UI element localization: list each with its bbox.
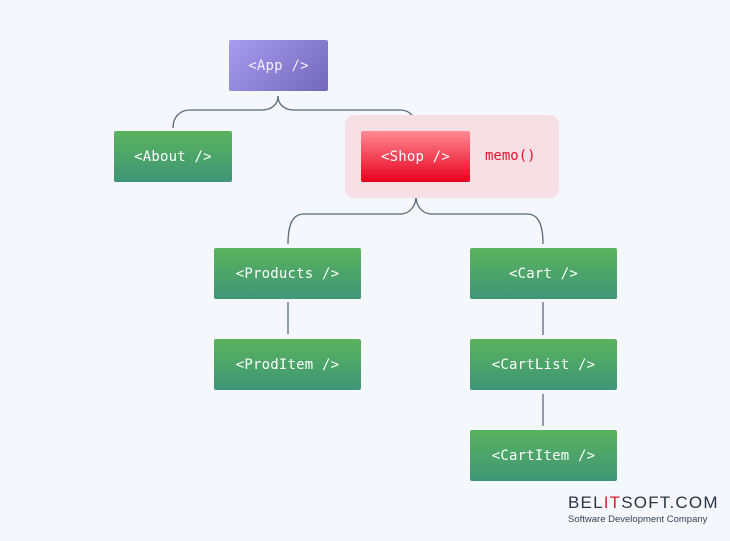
brand-name-part2: SOFT.COM bbox=[621, 493, 719, 512]
brand-name-part1: BEL bbox=[568, 493, 604, 512]
node-cart[interactable]: <Cart /> bbox=[470, 248, 617, 299]
connector-app-about bbox=[172, 95, 279, 129]
node-about[interactable]: <About /> bbox=[114, 131, 232, 182]
memo-label: memo() bbox=[485, 148, 536, 164]
node-proditem[interactable]: <ProdItem /> bbox=[214, 339, 361, 390]
node-app[interactable]: <App /> bbox=[229, 40, 328, 91]
connector-shop-products bbox=[287, 195, 417, 245]
node-cartlist[interactable]: <CartList /> bbox=[470, 339, 617, 390]
component-tree-diagram: <App /> <About /> <Shop /> memo() <Produ… bbox=[0, 0, 730, 541]
brand-tagline: Software Development Company bbox=[568, 514, 708, 525]
brand-logo: BELITSOFT.COM Software Development Compa… bbox=[568, 494, 718, 526]
node-cartitem[interactable]: <CartItem /> bbox=[470, 430, 617, 481]
tree-connectors bbox=[172, 95, 544, 426]
brand-name-accent: IT bbox=[603, 493, 622, 512]
node-products[interactable]: <Products /> bbox=[214, 248, 361, 299]
node-shop[interactable]: <Shop /> bbox=[361, 131, 470, 182]
connector-shop-cart bbox=[415, 195, 544, 245]
brand-name: BELITSOFT.COM bbox=[568, 494, 718, 512]
